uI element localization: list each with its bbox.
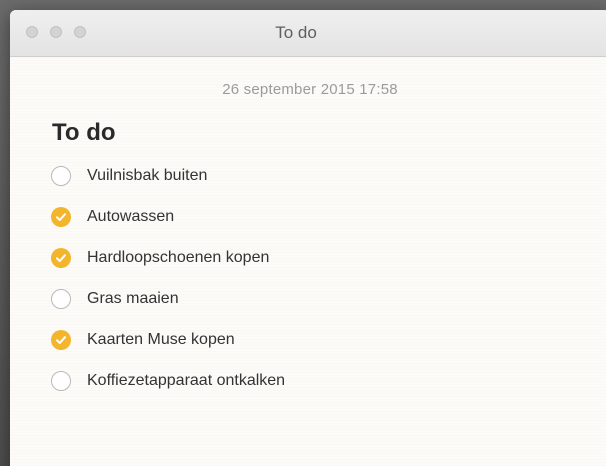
checked-circle-icon[interactable] (51, 329, 71, 350)
checklist-item-label[interactable]: Koffiezetapparaat ontkalken (87, 372, 285, 390)
notes-window: To do 26 september 2015 17:58 To do Vuil… (10, 10, 606, 466)
checkmark-icon (56, 212, 66, 221)
checklist-item-label[interactable]: Autowassen (87, 208, 174, 226)
unchecked-circle-icon[interactable] (51, 288, 71, 309)
note-body[interactable]: 26 september 2015 17:58 To do Vuilnisbak… (10, 57, 606, 466)
checklist-item[interactable]: Gras maaien (51, 278, 285, 319)
checkmark-icon (56, 253, 66, 262)
checklist-item[interactable]: Hardloopschoenen kopen (51, 237, 285, 278)
checklist-item-label[interactable]: Vuilnisbak buiten (87, 167, 207, 185)
checkmark-icon (56, 335, 66, 344)
checklist: Vuilnisbak buiten Autowassen Hardloopsch… (51, 155, 285, 401)
checklist-item-label[interactable]: Kaarten Muse kopen (87, 331, 235, 349)
checklist-item-label[interactable]: Gras maaien (87, 290, 179, 308)
desktop-background: To do 26 september 2015 17:58 To do Vuil… (0, 0, 606, 466)
checklist-item[interactable]: Vuilnisbak buiten (51, 155, 285, 196)
note-title[interactable]: To do (52, 119, 116, 147)
unchecked-circle-icon[interactable] (51, 165, 71, 186)
window-title: To do (275, 23, 317, 42)
note-date: 26 september 2015 17:58 (222, 81, 398, 98)
checklist-item[interactable]: Autowassen (51, 196, 285, 237)
checklist-item-label[interactable]: Hardloopschoenen kopen (87, 249, 269, 267)
checklist-item[interactable]: Koffiezetapparaat ontkalken (51, 360, 285, 401)
unchecked-circle-icon[interactable] (51, 370, 71, 391)
title-bar[interactable]: To do (10, 10, 606, 57)
checked-circle-icon[interactable] (51, 247, 71, 268)
checklist-item[interactable]: Kaarten Muse kopen (51, 319, 285, 360)
checked-circle-icon[interactable] (51, 206, 71, 227)
